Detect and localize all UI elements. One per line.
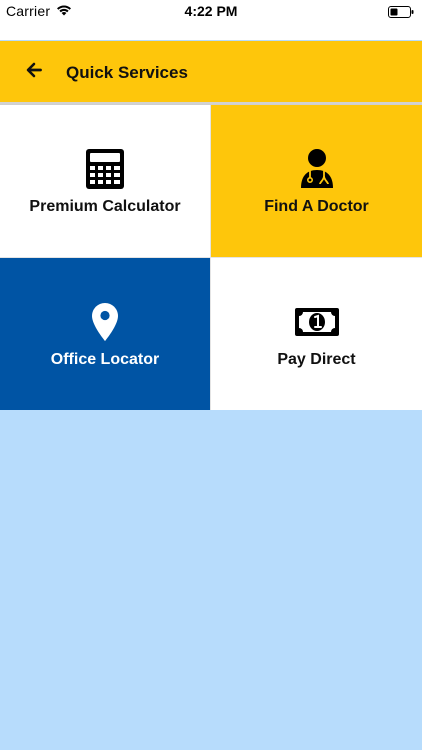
find-a-doctor-label: Find A Doctor [264, 198, 369, 215]
status-time: 4:22 PM [184, 3, 238, 19]
map-pin-icon [81, 298, 129, 346]
page-title: Quick Services [66, 63, 188, 82]
doctor-icon [293, 145, 341, 193]
arrow-left-icon [26, 62, 42, 83]
status-bar: Carrier 4:22 PM [0, 0, 422, 40]
premium-calculator-label: Premium Calculator [29, 198, 181, 215]
pay-direct-label: Pay Direct [277, 351, 356, 368]
premium-calculator-tile[interactable]: Premium Calculator [0, 105, 210, 257]
calculator-icon [81, 145, 129, 193]
find-a-doctor-tile[interactable]: Find A Doctor [211, 105, 422, 257]
office-locator-tile[interactable]: Office Locator [0, 258, 210, 410]
tile-column-divider [210, 105, 211, 410]
battery-icon [388, 5, 414, 18]
back-button[interactable] [22, 61, 46, 83]
tile-row-divider [0, 257, 422, 258]
money-bill-icon [293, 298, 341, 346]
pay-direct-tile[interactable]: Pay Direct [211, 258, 422, 410]
app-header: Quick Services [0, 41, 422, 102]
office-locator-label: Office Locator [50, 351, 160, 368]
